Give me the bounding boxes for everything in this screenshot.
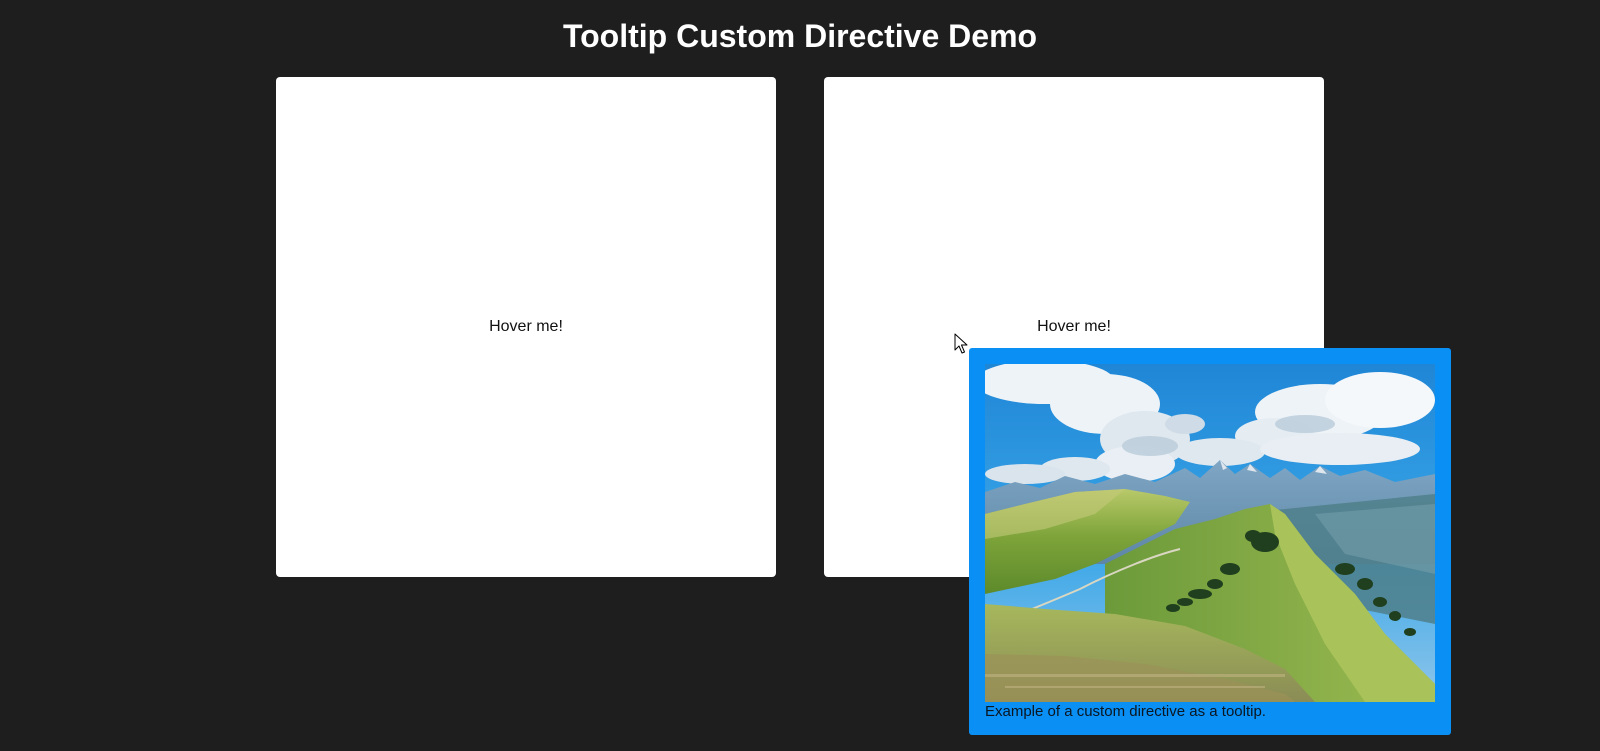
hover-card-label: Hover me! xyxy=(1037,318,1111,335)
hover-card-1[interactable]: Hover me! xyxy=(276,77,776,577)
mountain-landscape-image xyxy=(985,364,1435,702)
hover-card-label: Hover me! xyxy=(489,318,563,335)
tooltip-caption: Example of a custom directive as a toolt… xyxy=(985,703,1266,720)
page: Tooltip Custom Directive Demo Hover me! … xyxy=(0,0,1600,751)
tooltip: Example of a custom directive as a toolt… xyxy=(969,348,1451,735)
page-title: Tooltip Custom Directive Demo xyxy=(562,18,1038,54)
